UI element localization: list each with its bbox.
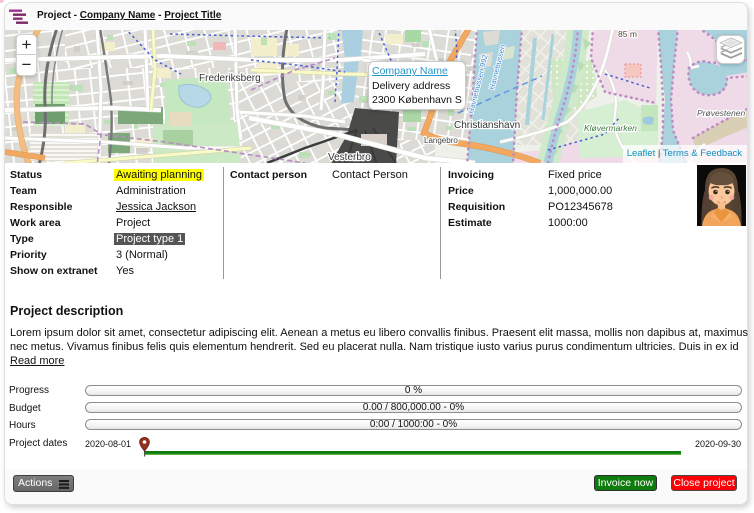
svg-text:Langebro: Langebro — [424, 136, 458, 145]
svg-text:Frederiksberg: Frederiksberg — [199, 73, 261, 84]
svg-text:Kløvermarken: Kløvermarken — [584, 123, 637, 133]
svg-text:85 m: 85 m — [618, 30, 637, 39]
svg-text:Christianshavn: Christianshavn — [454, 120, 520, 131]
svg-text:Vesterbro: Vesterbro — [328, 152, 371, 163]
svg-text:Prøvestenen: Prøvestenen — [697, 108, 745, 118]
